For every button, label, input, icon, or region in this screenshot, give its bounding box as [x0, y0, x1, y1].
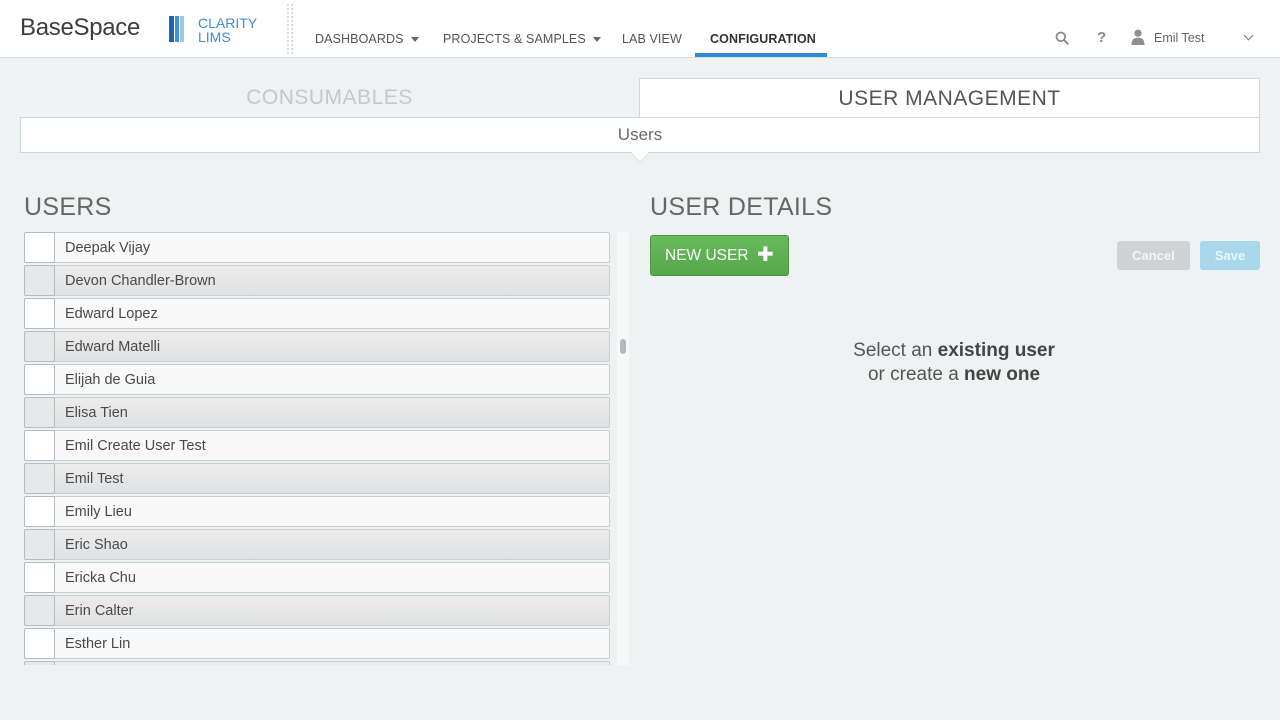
- empty-message-emphasis: existing user: [937, 340, 1055, 361]
- nav-configuration[interactable]: CONFIGURATION: [710, 31, 816, 47]
- user-row[interactable]: Emil Test: [24, 462, 610, 494]
- subtab-users-label: Users: [617, 125, 663, 144]
- save-button[interactable]: Save: [1200, 241, 1260, 270]
- search-icon[interactable]: [1055, 31, 1069, 45]
- logo-divider: [287, 4, 293, 54]
- subtab-pointer-fill: [631, 152, 649, 162]
- user-icon: [1131, 29, 1145, 45]
- user-checkbox[interactable]: [24, 232, 55, 263]
- user-name: Ericka Chu: [65, 569, 136, 586]
- nav-projects-samples-label: PROJECTS & SAMPLES: [443, 32, 586, 46]
- user-row[interactable]: Eric Shao: [24, 528, 610, 560]
- empty-message-emphasis: new one: [964, 364, 1041, 385]
- user-checkbox[interactable]: [24, 363, 55, 395]
- user-row[interactable]: [24, 660, 610, 665]
- tab-consumables[interactable]: CONSUMABLES: [20, 78, 639, 118]
- user-name: Deepak Vijay: [65, 239, 151, 256]
- user-menu-name[interactable]: Emil Test: [1154, 31, 1204, 45]
- cancel-button[interactable]: Cancel: [1117, 241, 1190, 270]
- lims-logo-line: LIMS: [198, 29, 231, 45]
- user-row[interactable]: Edward Lopez: [24, 297, 610, 329]
- user-name: Elisa Tien: [65, 404, 128, 421]
- empty-message-text: or create a: [867, 364, 965, 385]
- user-name: Devon Chandler-Brown: [65, 272, 216, 289]
- user-checkbox[interactable]: [24, 561, 55, 593]
- empty-message-line-1: Select an existing user: [804, 339, 1104, 363]
- user-name: Emil Test: [65, 470, 124, 487]
- clarity-logo-line: CLARITY: [198, 15, 258, 31]
- user-checkbox[interactable]: [24, 660, 55, 665]
- users-heading: USERS: [24, 193, 112, 221]
- tab-user-management[interactable]: USER MANAGEMENT: [639, 78, 1260, 118]
- user-checkbox[interactable]: [24, 495, 55, 527]
- new-user-button-label: NEW USER: [665, 246, 749, 264]
- nav-projects-samples[interactable]: PROJECTS & SAMPLES: [443, 31, 601, 47]
- help-icon[interactable]: ?: [1097, 29, 1106, 46]
- user-name: Edward Lopez: [65, 305, 158, 322]
- user-name: Erin Calter: [65, 602, 134, 619]
- empty-message-text: Select an: [853, 340, 938, 361]
- nav-dashboards-label: DASHBOARDS: [315, 32, 404, 46]
- user-checkbox[interactable]: [24, 264, 55, 296]
- user-row[interactable]: Esther Lin: [24, 627, 610, 659]
- user-checkbox[interactable]: [24, 528, 55, 560]
- user-row[interactable]: Emil Create User Test: [24, 429, 610, 461]
- user-checkbox[interactable]: [24, 627, 55, 659]
- subtab-users[interactable]: Users: [20, 117, 1260, 153]
- user-row[interactable]: Elisa Tien: [24, 396, 610, 428]
- user-checkbox[interactable]: [24, 297, 55, 329]
- user-checkbox[interactable]: [24, 330, 55, 362]
- top-navigation-bar: BaseSpace CLARITY LIMS DASHBOARDS PROJEC…: [0, 0, 1280, 58]
- clarity-lims-logo-text: CLARITY LIMS: [198, 16, 278, 44]
- user-row[interactable]: Erin Calter: [24, 594, 610, 626]
- nav-active-indicator: [695, 53, 827, 57]
- user-name: Edward Matelli: [65, 338, 161, 355]
- user-row[interactable]: Ericka Chu: [24, 561, 610, 593]
- new-user-button[interactable]: NEW USER ✚: [650, 235, 789, 276]
- users-list-scroll-thumb[interactable]: [620, 339, 626, 354]
- user-row[interactable]: Emily Lieu: [24, 495, 610, 527]
- user-checkbox[interactable]: [24, 462, 55, 494]
- user-name: Elijah de Guia: [65, 371, 156, 388]
- user-row[interactable]: Elijah de Guia: [24, 363, 610, 395]
- plus-icon: ✚: [757, 244, 774, 266]
- user-name: Eric Shao: [65, 536, 128, 553]
- user-row[interactable]: Devon Chandler-Brown: [24, 264, 610, 296]
- clarity-logo-mark: [169, 16, 185, 42]
- chevron-down-icon[interactable]: [1243, 30, 1254, 41]
- user-checkbox[interactable]: [24, 594, 55, 626]
- users-list: Deepak Vijay Devon Chandler-Brown Edward…: [24, 232, 629, 665]
- user-name: Esther Lin: [65, 635, 131, 652]
- basespace-logo[interactable]: BaseSpace: [20, 14, 140, 42]
- empty-message-line-2: or create a new one: [804, 363, 1104, 387]
- users-list-scrollbar[interactable]: [617, 232, 629, 665]
- nav-lab-view[interactable]: LAB VIEW: [622, 31, 682, 47]
- user-row[interactable]: Edward Matelli: [24, 330, 610, 362]
- user-checkbox[interactable]: [24, 396, 55, 428]
- user-checkbox[interactable]: [24, 429, 55, 461]
- user-details-empty-message: Select an existing user or create a new …: [804, 339, 1104, 387]
- nav-configuration-label: CONFIGURATION: [710, 32, 816, 46]
- caret-down-icon: [592, 36, 601, 42]
- nav-lab-view-label: LAB VIEW: [622, 32, 682, 46]
- caret-down-icon: [410, 36, 419, 42]
- user-name: Emily Lieu: [65, 503, 132, 520]
- user-name: Emil Create User Test: [65, 437, 206, 454]
- nav-dashboards[interactable]: DASHBOARDS: [315, 31, 419, 47]
- user-row[interactable]: Deepak Vijay: [24, 232, 610, 263]
- user-details-heading: USER DETAILS: [650, 193, 833, 221]
